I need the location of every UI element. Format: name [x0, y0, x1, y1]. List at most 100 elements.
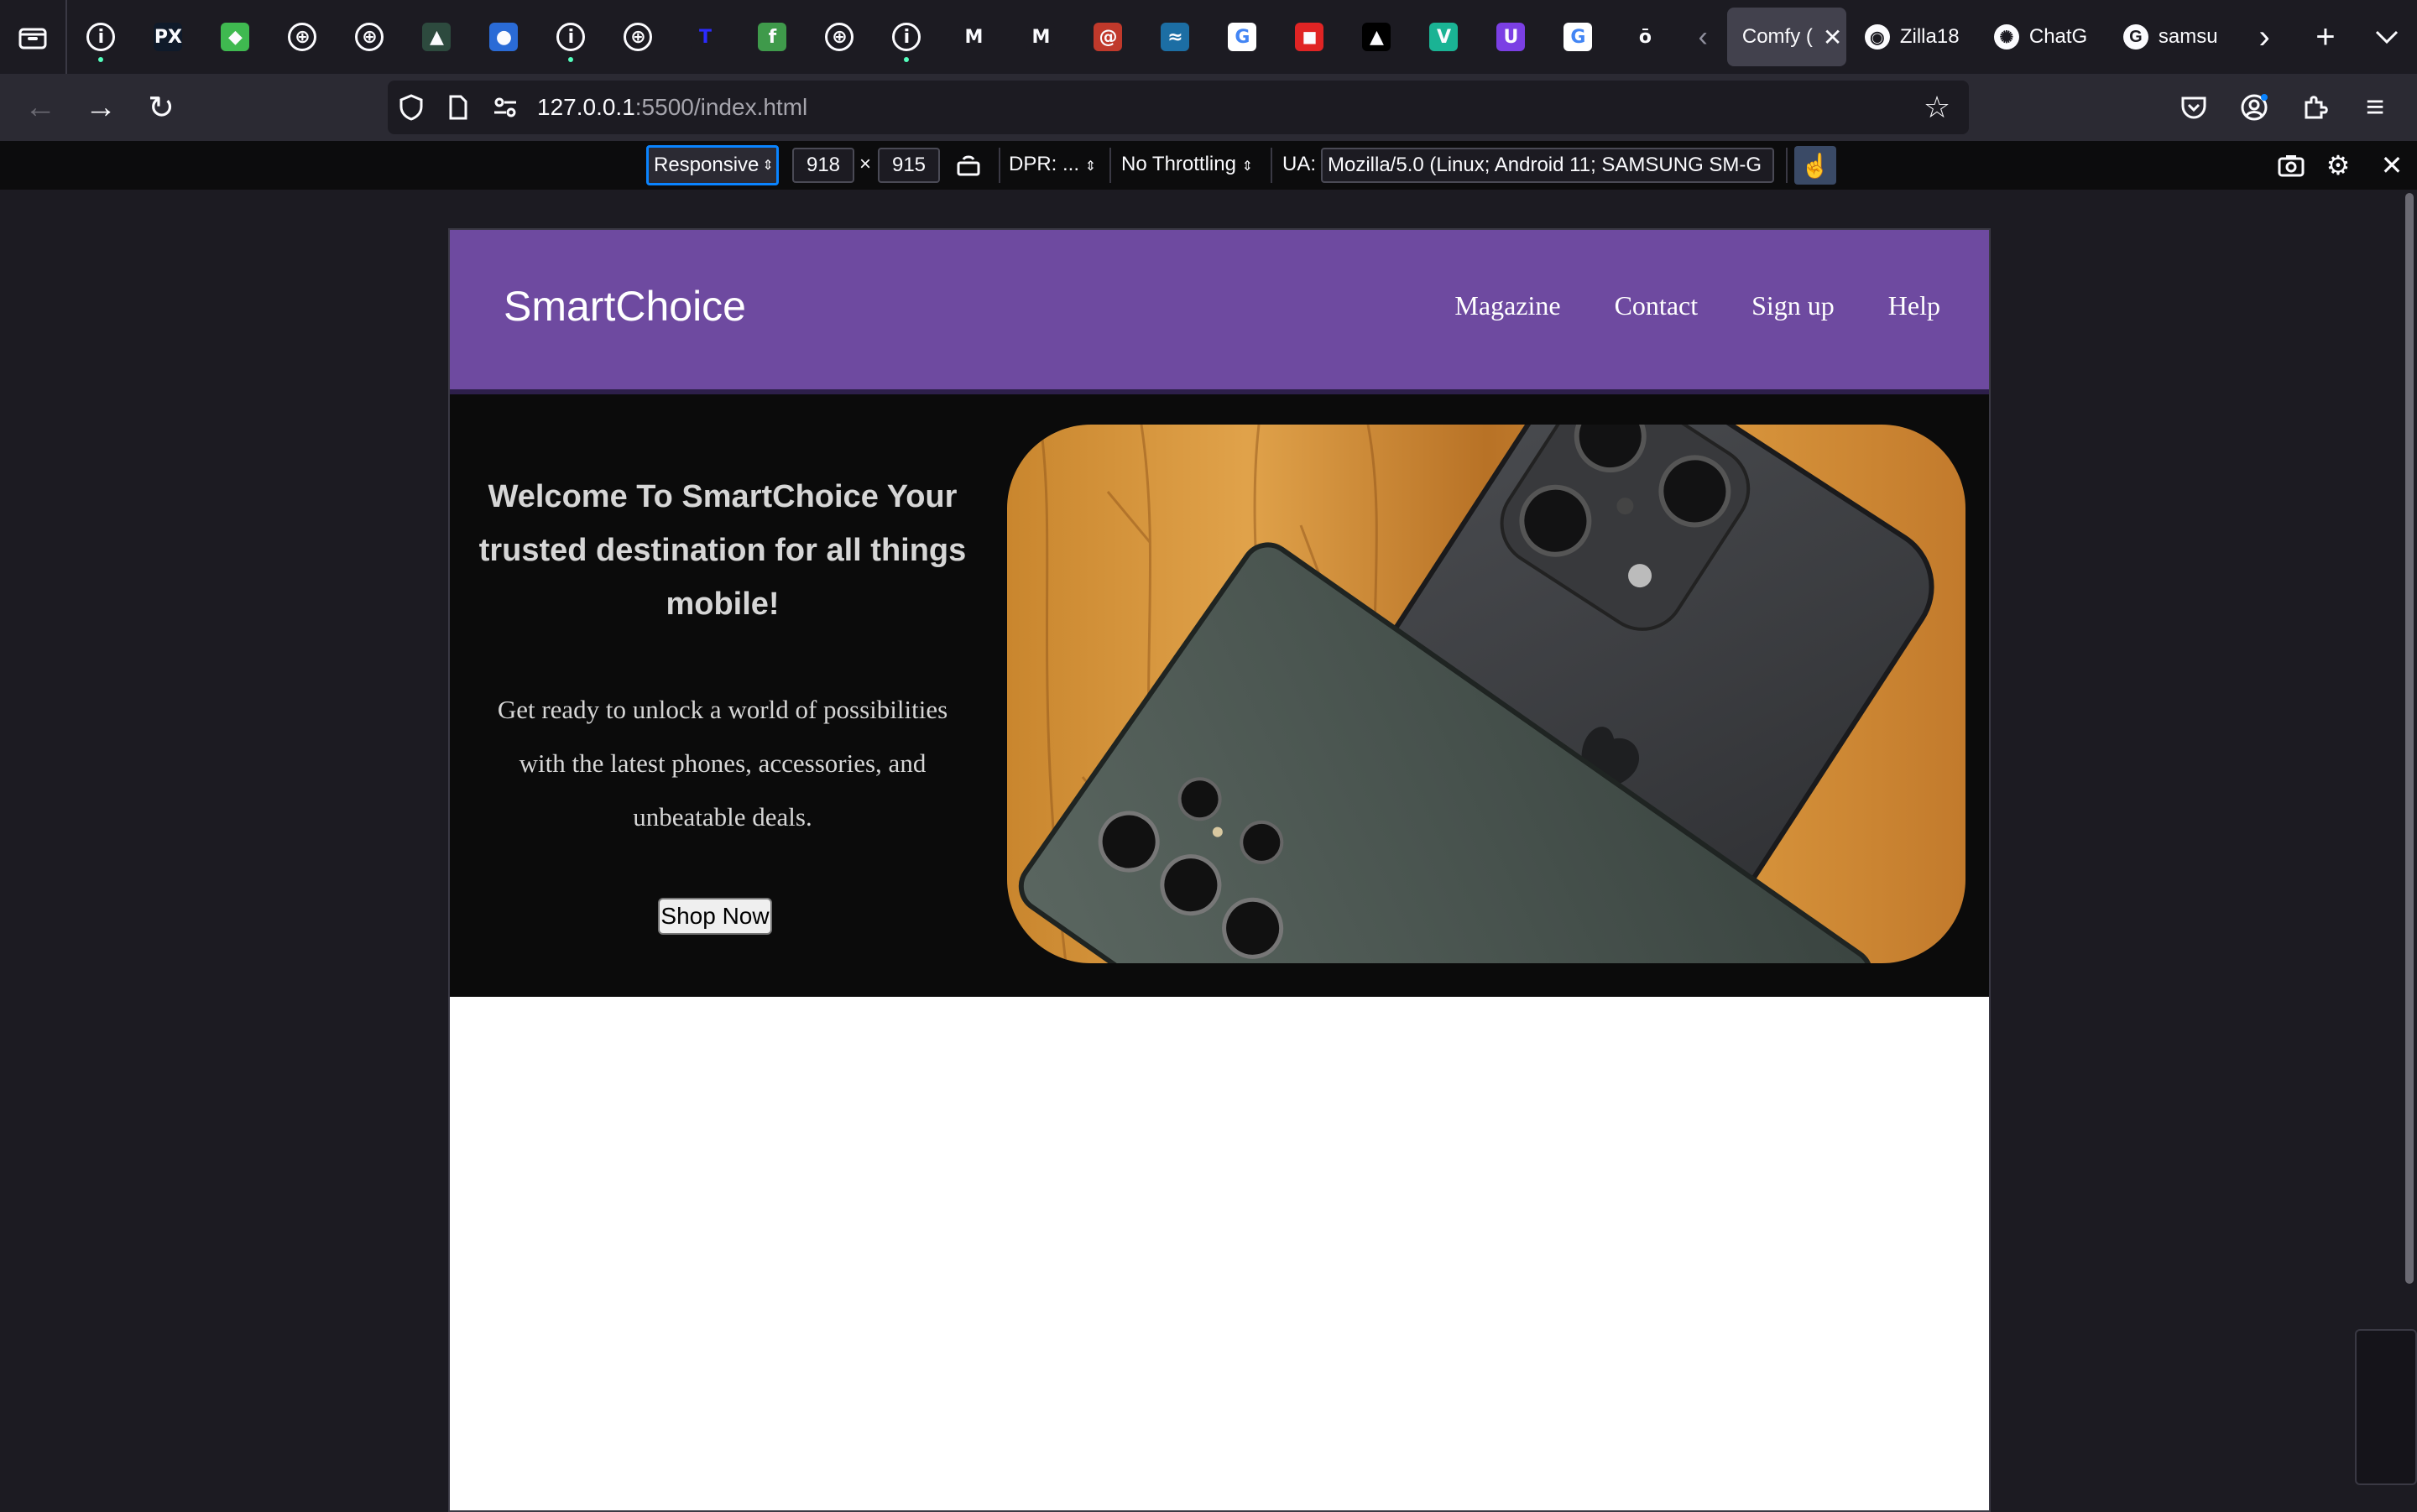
toolbar-separator [1786, 148, 1788, 183]
tab-overview-button[interactable] [0, 0, 68, 74]
site-logo[interactable]: SmartChoice [504, 282, 746, 331]
wave-icon: ≈ [1161, 23, 1190, 51]
pinned-tab[interactable]: f [739, 0, 806, 74]
viewport-height-input[interactable]: 915 [878, 148, 940, 183]
scrollbar-thumb[interactable] [2405, 193, 2414, 1284]
pinned-tab[interactable]: ⊕ [269, 0, 336, 74]
folder-tabs-icon [18, 28, 47, 50]
chevron-left-icon: ‹ [1698, 20, 1708, 53]
permissions-icon[interactable] [482, 81, 529, 134]
forward-button[interactable]: → [70, 81, 131, 134]
arrow-left-icon: ← [24, 89, 56, 125]
dimension-separator: × [859, 153, 872, 175]
pinned-tab[interactable]: ◆ [201, 0, 269, 74]
back-button[interactable]: ← [10, 81, 70, 134]
pinned-tab[interactable]: i [873, 0, 940, 74]
picture-in-picture-thumbnail[interactable] [2355, 1329, 2417, 1485]
responsive-design-toolbar: Responsive ⇕ 918 × 915 DPR: ... ⇕ No Thr… [0, 141, 2417, 190]
pinned-tab[interactable]: ⊕ [604, 0, 671, 74]
tab-active[interactable]: Comfy ( ✕ [1726, 8, 1846, 66]
tab[interactable]: ◉ Zilla18 [1850, 8, 1976, 66]
select-arrows-icon: ⇕ [762, 159, 774, 173]
tabs-scroll-left-button[interactable]: ‹ [1678, 0, 1726, 74]
tabs-scroll-right-button[interactable]: › [2234, 0, 2295, 74]
pinned-tab[interactable]: PX [134, 0, 201, 74]
github-icon: ◉ [1864, 24, 1890, 50]
openai-icon: ✺ [1993, 24, 2019, 50]
pinned-tab[interactable]: @ [1074, 0, 1141, 74]
pinned-tab[interactable]: ▲ [403, 0, 470, 74]
page-scrollbar[interactable] [2400, 190, 2417, 1510]
pinned-tab[interactable]: V [1410, 0, 1477, 74]
pinned-tab[interactable]: ● [470, 0, 537, 74]
user-agent-input[interactable]: Mozilla/5.0 (Linux; Android 11; SAMSUNG … [1321, 148, 1774, 183]
camera-icon [2278, 155, 2305, 177]
pinned-tab[interactable]: ō [1611, 0, 1678, 74]
reload-button[interactable]: ↻ [131, 81, 191, 134]
arrow-right-icon: → [85, 89, 117, 125]
url-text[interactable]: 127.0.0.1:5500/index.html [537, 94, 807, 121]
pinned-tab[interactable]: ≈ [1141, 0, 1208, 74]
pocket-button[interactable] [2164, 81, 2224, 134]
list-all-tabs-button[interactable] [2356, 0, 2417, 74]
nav-link-help[interactable]: Help [1888, 290, 1940, 321]
rotate-icon [957, 155, 980, 176]
hero-subtitle: Get ready to unlock a world of possibili… [497, 695, 948, 832]
pinned-tab[interactable]: ◼ [1276, 0, 1343, 74]
shop-now-button[interactable]: Shop Now [658, 898, 772, 935]
viewport-width-input[interactable]: 918 [792, 148, 854, 183]
nav-link-magazine[interactable]: Magazine [1454, 290, 1560, 321]
pinned-tab[interactable]: M [1007, 0, 1074, 74]
pinned-tab[interactable]: ⊕ [336, 0, 403, 74]
dpr-selector[interactable]: DPR: ... ⇕ [1009, 153, 1096, 176]
new-tab-button[interactable]: + [2295, 0, 2357, 74]
address-bar[interactable]: 127.0.0.1:5500/index.html ☆ [388, 81, 1969, 134]
hero-section: Welcome To SmartChoice Your trusted dest… [450, 394, 1989, 997]
google-icon: G [1563, 23, 1593, 51]
rotate-viewport-button[interactable] [948, 146, 989, 185]
select-arrows-icon: ⇕ [1241, 159, 1254, 174]
pinned-tabs: i PX ◆ ⊕ ⊕ ▲ ● i ⊕ Tf ⊕ i M M @ ≈ G ◼ ▲ V U Gō [67, 0, 1678, 74]
globe-icon: ⊕ [624, 23, 653, 51]
pinned-tab[interactable]: i [537, 0, 604, 74]
touch-simulation-button[interactable]: ☝ [1794, 146, 1836, 185]
pinned-tab[interactable]: i [67, 0, 134, 74]
shield-icon[interactable] [388, 81, 435, 134]
gear-icon: ⚙ [2326, 150, 2351, 180]
page-icon[interactable] [435, 81, 482, 134]
rdm-settings-button[interactable]: ⚙ [2318, 146, 2358, 185]
tab[interactable]: Gsamsu [2108, 8, 2234, 66]
throttling-selector[interactable]: No Throttling ⇕ [1121, 153, 1253, 176]
tab[interactable]: ✺ ChatG [1979, 8, 2105, 66]
account-button[interactable] [2224, 81, 2284, 134]
pinned-tab[interactable]: G [1208, 0, 1276, 74]
close-rdm-button[interactable]: ✕ [2372, 146, 2412, 185]
pinned-tab[interactable]: G [1544, 0, 1611, 74]
tab-label: Comfy ( [1741, 25, 1813, 48]
tab-label: Zilla18 [1899, 25, 1960, 48]
o-letter-icon: ō [1631, 23, 1660, 51]
red-app-icon: ◼ [1295, 23, 1324, 51]
nav-link-sign-up[interactable]: Sign up [1751, 290, 1835, 321]
chevron-right-icon: › [2258, 18, 2270, 55]
bookmark-star-button[interactable]: ☆ [1913, 81, 1960, 134]
app-icon: ▲ [422, 23, 452, 51]
pinned-tab[interactable]: U [1477, 0, 1544, 74]
plus-icon: + [2315, 18, 2336, 55]
shield-u-icon: U [1496, 23, 1526, 51]
close-tab-icon[interactable]: ✕ [1823, 23, 1842, 51]
pinned-tab[interactable]: ▲ [1343, 0, 1410, 74]
hero-title: Welcome To SmartChoice Your trusted dest… [478, 479, 967, 622]
menu-button[interactable]: ≡ [2345, 81, 2405, 134]
extensions-button[interactable] [2284, 81, 2345, 134]
pinned-tab[interactable]: M [940, 0, 1007, 74]
url-host: 127.0.0.1 [537, 94, 635, 120]
device-viewport: SmartChoice Magazine Contact Sign up Hel… [448, 228, 1991, 1512]
screenshot-button[interactable] [2271, 146, 2311, 185]
pinned-tab[interactable]: T [671, 0, 739, 74]
pinned-tab[interactable]: ⊕ [806, 0, 873, 74]
site-header: SmartChoice Magazine Contact Sign up Hel… [450, 230, 1989, 394]
tab-attention-dot [98, 57, 104, 62]
nav-link-contact[interactable]: Contact [1615, 290, 1699, 321]
device-selector[interactable]: Responsive ⇕ [646, 145, 779, 185]
